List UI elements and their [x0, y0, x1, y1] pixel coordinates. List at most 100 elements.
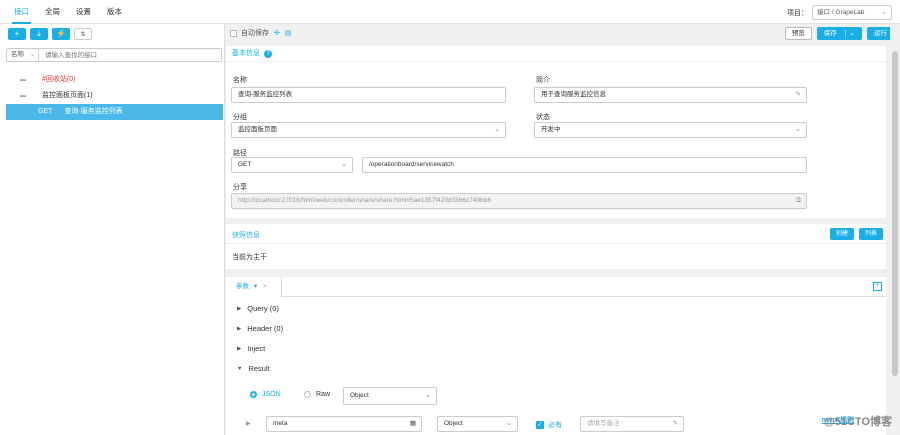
group-select-value: 监控面板页面 [238, 126, 277, 133]
radio-dot [250, 391, 257, 398]
section-result-label: Result [248, 364, 270, 373]
group-select[interactable]: 监控面板页面 ⌄ [231, 122, 506, 138]
autosave-label: 自动保存 [241, 30, 269, 37]
search-type-label: 名称 [11, 51, 24, 58]
pencil-icon[interactable]: ✎ [673, 417, 678, 431]
action-buttons: 预览 保存 ⌄ 运行 [780, 27, 894, 40]
radio-dot [304, 391, 311, 398]
caret-down-icon[interactable]: ▾ [254, 283, 257, 290]
path-field[interactable]: /operationboard/servicewatch [362, 157, 807, 173]
watermark: @51CTO博客 [824, 416, 892, 428]
sidebar: + ⇣ ⚡ ⇅ 名称 ⌄ ▬ #回收站(0) ▬ 监控面板页面(1) GET 查… [0, 24, 225, 435]
save-button[interactable]: 保存 ⌄ [816, 27, 862, 40]
field-name-input[interactable]: meta ▦ [266, 416, 422, 432]
add-button[interactable]: + [8, 28, 26, 40]
project-select[interactable]: 接口 / GrapeLab ⌄ [812, 5, 892, 20]
method-select[interactable]: GET ⌄ [231, 157, 353, 173]
basic-info-header: 基本信息 ? [226, 46, 886, 62]
folder-icon: ▬ [20, 93, 26, 99]
tab-interface[interactable]: 接口 [6, 0, 37, 24]
caret-right-icon: ▶ [237, 325, 242, 332]
radio-raw-label: Raw [316, 391, 331, 398]
sidebar-toolbar: + ⇣ ⚡ ⇅ [8, 28, 96, 40]
main-panel: 自动保存 ✣ ▤ 预览 保存 ⌄ 运行 基本信息 ? 名称 查询-服务监控列表 … [226, 24, 894, 435]
tab-settings[interactable]: 设置 [68, 0, 99, 24]
check-icon[interactable]: ✓ [536, 421, 544, 429]
basic-info-title: 基本信息 [232, 49, 260, 57]
chevron-down-icon: ⌄ [29, 52, 35, 58]
params-card: 参数 ▾ × + ▶ Query (0) ▶ Header (0) ▶ Inje… [226, 277, 886, 435]
search-input[interactable] [39, 49, 221, 61]
expand-panel-icon[interactable]: + [873, 282, 882, 291]
basic-info-card: 基本信息 ? 名称 查询-服务监控列表 简介 用于查询服务监控信息 ✎ 分组 监… [226, 46, 886, 218]
create-button[interactable]: 创建 [829, 228, 854, 240]
tree-item-label: #回收站(0) [42, 76, 76, 83]
group-label: 分组 [233, 114, 247, 121]
required-label: 必有 [548, 422, 562, 429]
name-field[interactable]: 查询-服务监控列表 [231, 87, 506, 103]
caret-down-icon: ▼ [237, 365, 243, 372]
tree-item-recycle-bin[interactable]: ▬ #回收站(0) [6, 72, 223, 88]
radio-json[interactable]: JSON [250, 391, 281, 398]
section-inject-label: Inject [247, 344, 266, 353]
result-type-select[interactable]: Object ⌄ [343, 387, 437, 405]
result-type-value: Object [350, 392, 369, 399]
field-type-value: Object [444, 420, 463, 427]
desc-label: 简介 [536, 77, 550, 84]
section-header-label: Header (0) [247, 324, 284, 333]
radio-json-label: JSON [262, 391, 281, 398]
list-button[interactable]: 列表 [858, 228, 883, 240]
scrollbar-thumb[interactable] [892, 51, 898, 376]
snapshot-title: 快照信息 [232, 232, 260, 239]
chevron-down-icon[interactable]: ⌄ [844, 30, 855, 37]
import-button[interactable]: ⇣ [30, 28, 48, 40]
share-field-value: http://localhost:27016/html/web/controll… [238, 197, 491, 204]
chevron-down-icon: ⌄ [341, 161, 347, 168]
info-icon[interactable]: ? [264, 49, 272, 58]
required-toggle[interactable]: ✓ 必有 [536, 420, 562, 430]
tree-item-monitor-panel[interactable]: ▬ 监控面板页面(1) [6, 88, 223, 104]
autosave-toggle[interactable]: 自动保存 ✣ ▤ [230, 28, 292, 38]
tree-item-service-list[interactable]: GET 查询-服务监控列表 [6, 104, 223, 120]
method-select-value: GET [238, 161, 252, 168]
grid-icon[interactable]: ▦ [410, 417, 416, 431]
path-field-value: /operationboard/servicewatch [369, 161, 454, 168]
preview-button[interactable]: 预览 [784, 27, 812, 40]
section-query-label: Query (0) [247, 304, 279, 313]
autosave-checkbox[interactable] [230, 29, 237, 37]
scrollbar[interactable] [890, 24, 900, 435]
snapshot-header: 快照信息 创建 列表 [226, 224, 886, 244]
document-icon[interactable]: ▤ [285, 29, 292, 37]
close-icon[interactable]: × [263, 283, 267, 290]
folder-icon: ▬ [20, 77, 26, 83]
section-result[interactable]: ▼ Result [237, 364, 270, 373]
flash-button[interactable]: ⚡ [52, 28, 70, 40]
search-bar: 名称 ⌄ [6, 48, 222, 62]
chevron-down-icon: ⌄ [881, 9, 887, 16]
desc-field[interactable]: 用于查询服务监控信息 ✎ [534, 87, 807, 103]
copy-icon[interactable]: ⧉ [796, 194, 801, 208]
status-select[interactable]: 开发中 ⌄ [534, 122, 807, 138]
field-type-select[interactable]: Object ⌄ [437, 416, 518, 432]
expand-icon[interactable]: ✣ [274, 29, 280, 37]
tab-params[interactable]: 参数 ▾ × [226, 277, 282, 297]
project-selector-group: 项目： 接口 / GrapeLab ⌄ [787, 5, 892, 20]
remark-input[interactable]: 请填写备注 ✎ [580, 416, 684, 432]
section-inject[interactable]: ▶ Inject [237, 344, 265, 353]
share-label: 分享 [233, 184, 247, 191]
section-query[interactable]: ▶ Query (0) [237, 304, 279, 313]
snapshot-card: 快照信息 创建 列表 当前为主干 [226, 224, 886, 269]
remark-placeholder: 请填写备注 [587, 420, 620, 427]
status-select-value: 开发中 [541, 126, 561, 133]
search-type-select[interactable]: 名称 ⌄ [7, 49, 39, 61]
share-field[interactable]: http://localhost:27016/html/web/controll… [231, 193, 807, 209]
pencil-icon[interactable]: ✎ [796, 88, 801, 102]
radio-raw[interactable]: Raw [304, 391, 330, 398]
top-nav: 接口 全局 设置 版本 [6, 0, 130, 24]
params-tabs: 参数 ▾ × + [226, 277, 886, 297]
sort-button[interactable]: ⇅ [74, 28, 92, 40]
tab-version[interactable]: 版本 [99, 0, 130, 24]
section-header[interactable]: ▶ Header (0) [237, 324, 283, 333]
tab-global[interactable]: 全局 [37, 0, 68, 24]
caret-right-icon[interactable]: ▶ [246, 420, 251, 427]
